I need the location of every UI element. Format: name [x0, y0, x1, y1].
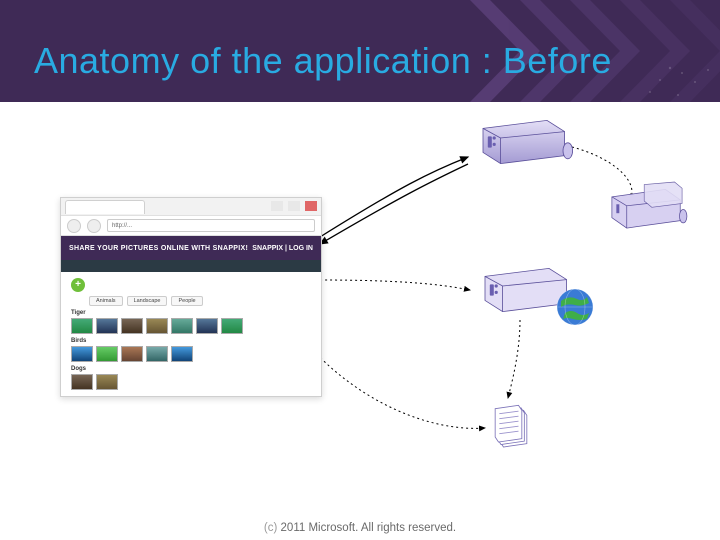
- internet-globe-icon: [555, 287, 595, 327]
- forward-icon: [87, 219, 101, 233]
- address-bar: http://...: [61, 216, 321, 236]
- app-subnav: [61, 260, 321, 272]
- thumbnail: [71, 318, 93, 334]
- thumbnail: [121, 346, 143, 362]
- thumbnail: [146, 346, 168, 362]
- slide-footer: (c) 2011 Microsoft. All rights reserved.: [0, 522, 720, 534]
- thumbnail: [146, 318, 168, 334]
- category-tab: Landscape: [127, 296, 168, 306]
- thumbnail: [96, 318, 118, 334]
- thumbnail-row: [71, 374, 311, 390]
- category-label: Birds: [71, 338, 311, 344]
- server-1: [468, 114, 578, 170]
- slide: Anatomy of the application : Before: [0, 0, 720, 540]
- category-tab: People: [171, 296, 202, 306]
- thumbnail: [96, 346, 118, 362]
- category-tab: Animals: [89, 296, 123, 306]
- minimize-icon: [271, 201, 283, 211]
- browser-tabbar: [61, 198, 321, 216]
- thumbnail: [121, 318, 143, 334]
- copyright-text: 2011 Microsoft. All rights reserved.: [277, 522, 456, 534]
- thumbnail-row: [71, 346, 311, 362]
- close-icon: [305, 201, 317, 211]
- thumbnail: [196, 318, 218, 334]
- maximize-icon: [288, 201, 300, 211]
- copyright-prefix: (c): [264, 522, 277, 534]
- thumbnail: [71, 346, 93, 362]
- browser-tab: [65, 200, 145, 214]
- server-2-pair: [602, 182, 702, 234]
- slide-title: Anatomy of the application : Before: [34, 40, 612, 82]
- web-browser-client: http://... SHARE YOUR PICTURES ONLINE WI…: [60, 197, 322, 397]
- document-stack-icon: [485, 397, 527, 447]
- thumbnail: [171, 318, 193, 334]
- category-tabs: Animals Landscape People: [89, 296, 311, 306]
- back-icon: [67, 219, 81, 233]
- thumbnail-row: [71, 318, 311, 334]
- thumbnail: [96, 374, 118, 390]
- slide-body: http://... SHARE YOUR PICTURES ONLINE WI…: [0, 102, 720, 510]
- category-label: Dogs: [71, 366, 311, 372]
- slide-header: Anatomy of the application : Before: [0, 0, 720, 102]
- add-icon: +: [71, 278, 85, 292]
- window-controls: [271, 201, 317, 211]
- thumbnail: [171, 346, 193, 362]
- app-banner: SHARE YOUR PICTURES ONLINE WITH SNAPPIX!…: [61, 236, 321, 260]
- thumbnail: [221, 318, 243, 334]
- banner-text: SHARE YOUR PICTURES ONLINE WITH SNAPPIX!: [69, 245, 248, 252]
- category-label: Tiger: [71, 310, 311, 316]
- url-field: http://...: [107, 219, 315, 232]
- thumbnail: [71, 374, 93, 390]
- app-content: + Animals Landscape People Tiger Birds: [61, 272, 321, 390]
- banner-logo: SNAPPIX | LOG IN: [252, 245, 313, 252]
